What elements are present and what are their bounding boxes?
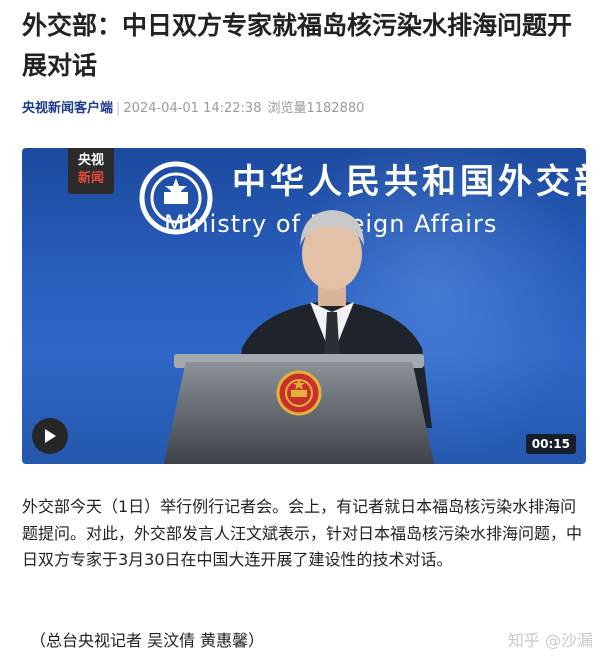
reporter-credit: （总台央视记者 吴汶倩 黄惠馨） — [30, 631, 265, 650]
source-link[interactable]: 央视新闻客户端 — [22, 101, 113, 116]
article-title: 外交部：中日双方专家就福岛核污染水排海问题开展对话 — [22, 11, 573, 80]
video-player[interactable]: 央视 新闻 中华人民共和国外交部 Ministry of Foreign Aff… — [22, 148, 586, 464]
view-count: 浏览量1182880 — [267, 101, 365, 116]
play-button[interactable] — [32, 418, 68, 454]
cctv-news-logo: 央视 新闻 — [68, 148, 114, 194]
article-body: 外交部今天（1日）举行例行记者会。会上，有记者就日本福岛核污染水排海问题提问。对… — [22, 497, 583, 569]
article-meta: 央视新闻客户端 | 2024-04-01 14:22:38 浏览量1182880 — [22, 98, 364, 120]
podium-emblem-icon — [276, 370, 322, 416]
logo-line-2: 新闻 — [77, 171, 104, 186]
logo-line-1: 央视 — [77, 153, 104, 168]
zhihu-watermark: 知乎 @沙漏 — [507, 631, 593, 650]
publish-time: 2024-04-01 14:22:38 — [123, 101, 262, 116]
meta-separator: | — [116, 101, 121, 116]
video-duration: 00:15 — [525, 434, 576, 454]
play-icon — [45, 429, 56, 443]
